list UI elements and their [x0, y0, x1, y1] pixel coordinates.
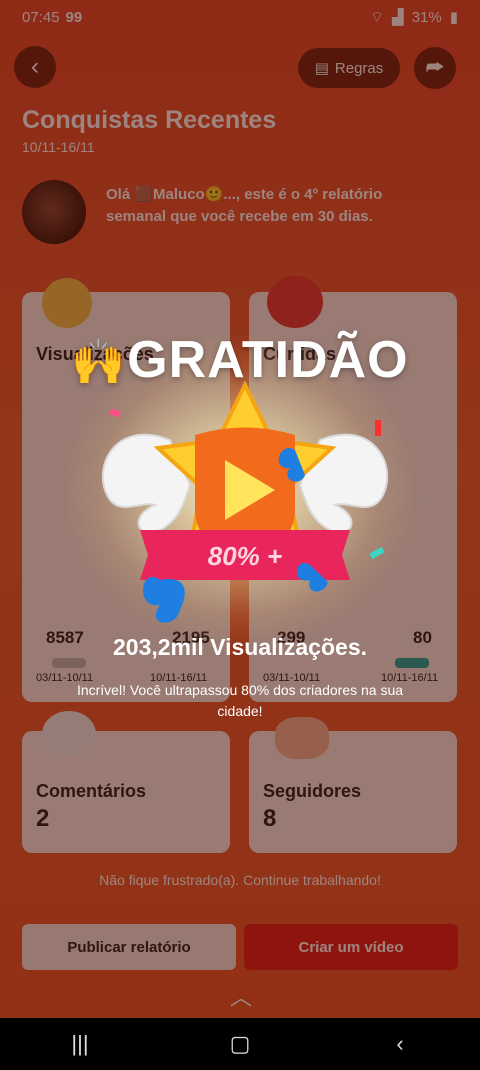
badge-text: 80% +: [208, 541, 282, 571]
system-nav-bar: ||| ▢ ‹: [0, 1018, 480, 1070]
recents-icon[interactable]: |||: [50, 1031, 110, 1057]
popup-subtitle: 203,2mil Visualizações.: [112, 634, 367, 660]
achievement-badge: 80% +: [101, 380, 389, 623]
butterfly-icon: [143, 576, 185, 623]
popup-description: Incrível! Você ultrapassou 80% dos criad…: [76, 682, 404, 719]
home-icon[interactable]: ▢: [210, 1031, 270, 1057]
nav-back-icon[interactable]: ‹: [370, 1031, 430, 1057]
